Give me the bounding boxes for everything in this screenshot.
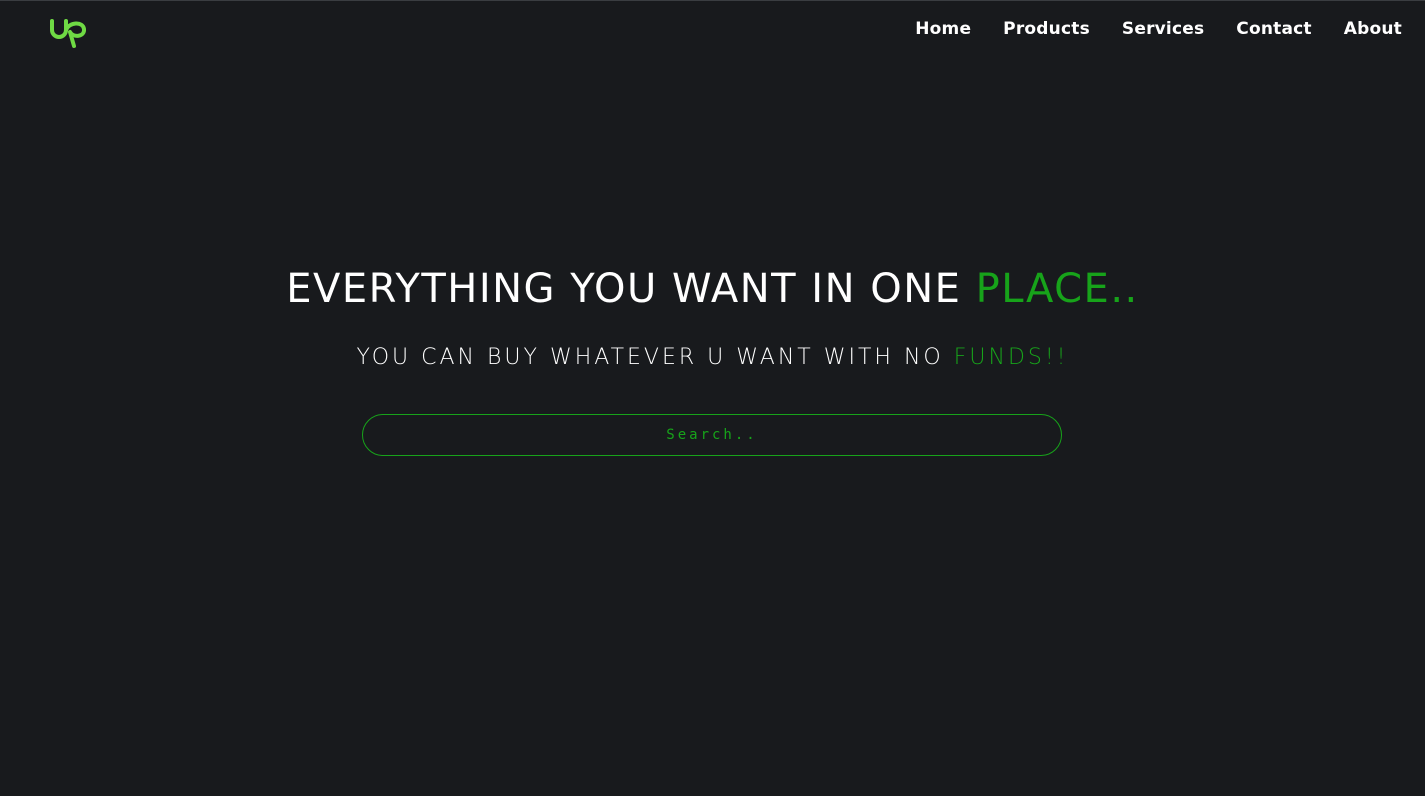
nav-link-about[interactable]: About — [1344, 18, 1402, 40]
hero-title: EVERYTHING YOU WANT IN ONE PLACE.. — [0, 263, 1425, 315]
hero-subtitle: YOU CAN BUY WHATEVER U WANT WITH NO FUND… — [0, 343, 1425, 373]
nav-links: Home Products Services Contact About — [915, 18, 1402, 40]
nav-link-services[interactable]: Services — [1122, 18, 1204, 40]
nav-link-products[interactable]: Products — [1003, 18, 1090, 40]
nav-link-home[interactable]: Home — [915, 18, 971, 40]
upwork-logo-icon — [50, 19, 86, 48]
hero-subtitle-accent: FUNDS!! — [953, 345, 1069, 370]
search-input[interactable] — [362, 414, 1062, 456]
hero-title-accent: PLACE.. — [975, 266, 1139, 312]
hero-subtitle-main: YOU CAN BUY WHATEVER U WANT WITH NO — [356, 345, 954, 370]
nav-link-contact[interactable]: Contact — [1236, 18, 1311, 40]
top-navbar: Home Products Services Contact About — [0, 1, 1425, 59]
hero-title-main: EVERYTHING YOU WANT IN ONE — [286, 266, 976, 312]
